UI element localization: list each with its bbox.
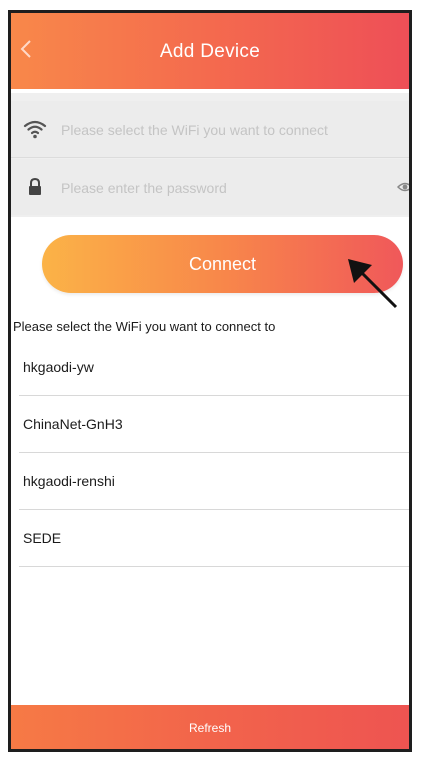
- lock-icon: [29, 177, 41, 195]
- password-input[interactable]: [61, 177, 409, 199]
- wifi-network-item[interactable]: ChinaNet-GnH3: [19, 396, 409, 453]
- app-header: Add Device: [11, 13, 409, 89]
- wifi-select-row[interactable]: [11, 101, 409, 157]
- wifi-ssid-input[interactable]: [61, 119, 409, 141]
- password-row[interactable]: [11, 159, 409, 215]
- wifi-network-item[interactable]: hkgaodi-yw: [19, 339, 409, 396]
- wifi-network-item[interactable]: SEDE: [19, 510, 409, 567]
- eye-icon[interactable]: [397, 179, 412, 195]
- refresh-button[interactable]: Refresh: [11, 705, 409, 749]
- form-divider: [11, 157, 409, 158]
- wifi-network-list: hkgaodi-yw ChinaNet-GnH3 hkgaodi-renshi …: [19, 339, 409, 567]
- pointer-arrow-icon: [348, 259, 398, 309]
- page-title: Add Device: [159, 41, 261, 62]
- phone-frame: Add Device Connect: [8, 10, 412, 752]
- wifi-icon: [23, 120, 47, 139]
- wifi-form: [11, 93, 409, 217]
- wifi-list-prompt: Please select the WiFi you want to conne…: [13, 319, 276, 334]
- wifi-network-item[interactable]: hkgaodi-renshi: [19, 453, 409, 510]
